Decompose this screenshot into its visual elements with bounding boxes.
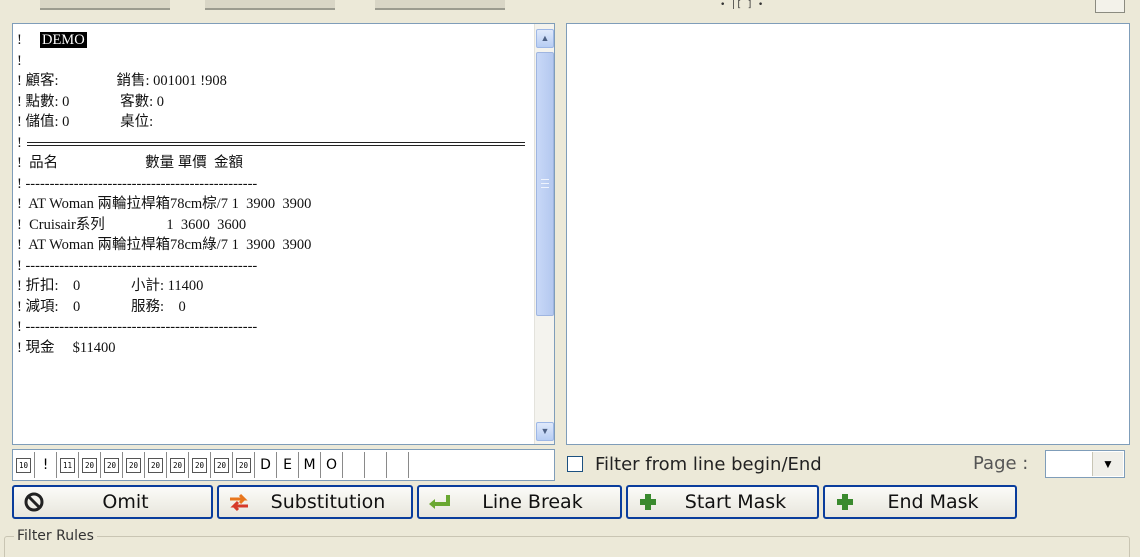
character-strip[interactable]: 10! 11 20 20 20 20 20 20 20 20 D E M O [12, 449, 555, 481]
char-cell[interactable] [343, 452, 365, 478]
swap-arrows-icon [225, 491, 253, 513]
receipt-line: ! Cruisair系列 1 3600 3600 [17, 216, 247, 233]
char-cell[interactable]: 20 [167, 452, 189, 478]
start-mask-button[interactable]: Start Mask [626, 485, 819, 519]
substitution-button-label: Substitution [270, 491, 386, 513]
char-cell[interactable]: 20 [233, 452, 255, 478]
control-code-glyph: 11 [60, 457, 75, 473]
return-arrow-icon [425, 492, 453, 512]
receipt-line: ! 點數: 0 客數: 0 [17, 93, 165, 110]
char-cell[interactable]: 20 [123, 452, 145, 478]
filter-option-row: Filter from line begin/End [567, 451, 822, 477]
char-cell[interactable]: D [255, 452, 277, 478]
char-cell[interactable]: 20 [189, 452, 211, 478]
top-tab-1[interactable] [40, 0, 170, 10]
receipt-text-pane[interactable]: ! DEMO! ! 顧客: 銷售: 001001 !908 ! 點數: 0 客數: … [12, 23, 555, 445]
top-tab-3[interactable] [375, 0, 505, 10]
plus-icon [634, 492, 662, 512]
char-cell[interactable]: 11 [57, 452, 79, 478]
top-corner-button[interactable] [1095, 0, 1125, 13]
page-label: Page : [973, 453, 1029, 474]
receipt-line: ! --------------------------------------… [17, 257, 258, 274]
prohibit-icon [20, 491, 48, 513]
char-cell[interactable]: O [321, 452, 343, 478]
double-rule-divider [27, 141, 525, 146]
end-mask-button-label: End Mask [887, 491, 979, 513]
receipt-line: ! 減項: 0 服務: 0 [17, 298, 186, 315]
receipt-lines: ! DEMO! ! 顧客: 銷售: 001001 !908 ! 點數: 0 客數: … [17, 30, 537, 358]
receipt-line-prefix: ! [17, 32, 40, 48]
receipt-line: ! AT Woman 兩輪拉桿箱78cm綠/7 1 3900 3900 [17, 237, 312, 253]
char-cell[interactable]: E [277, 452, 299, 478]
control-code-glyph: 20 [82, 457, 97, 473]
char-cell[interactable]: M [299, 452, 321, 478]
receipt-line: ! 顧客: 銷售: 001001 !908 [17, 73, 227, 89]
char-cell[interactable]: 10 [13, 452, 35, 478]
top-ruler: • |[ ] • [720, 0, 764, 10]
char-cell[interactable]: 20 [79, 452, 101, 478]
receipt-line: ! 品名 數量 單價 金額 [17, 155, 243, 171]
plus-icon [831, 492, 859, 512]
control-code-glyph: 20 [170, 457, 185, 473]
receipt-line: ! [17, 52, 22, 69]
selected-text: DEMO [39, 32, 87, 48]
scroll-grip-icon [541, 179, 549, 188]
char-cell[interactable] [365, 452, 387, 478]
scroll-down-button[interactable]: ▼ [536, 422, 554, 441]
dropdown-arrow-icon[interactable]: ▼ [1092, 452, 1123, 476]
control-code-glyph: 20 [214, 457, 229, 473]
receipt-line: ! 折扣: 0 小計: 11400 [17, 278, 204, 294]
char-glyph: D [260, 457, 271, 473]
char-glyph: E [283, 457, 292, 473]
filter-rules-groupbox [4, 536, 1130, 557]
control-code-glyph: 20 [104, 457, 119, 473]
char-cell[interactable] [387, 452, 409, 478]
omit-button-label: Omit [102, 491, 149, 513]
start-mask-button-label: Start Mask [684, 491, 787, 513]
top-tab-2[interactable] [205, 0, 335, 10]
char-glyph: ! [42, 457, 49, 473]
receipt-line: ! 現金 $11400 [17, 339, 116, 356]
preview-pane[interactable] [566, 23, 1130, 445]
char-cell[interactable]: 20 [145, 452, 167, 478]
control-code-glyph: 20 [192, 457, 207, 473]
receipt-scrollbar[interactable]: ▲ ▼ [534, 24, 554, 444]
receipt-line: ! --------------------------------------… [17, 175, 258, 192]
scroll-thumb[interactable] [536, 52, 554, 316]
end-mask-button[interactable]: End Mask [823, 485, 1017, 519]
control-code-glyph: 20 [236, 457, 251, 473]
char-cell[interactable]: 20 [211, 452, 233, 478]
omit-button[interactable]: Omit [12, 485, 213, 519]
control-code-glyph: 20 [148, 457, 163, 473]
char-glyph: M [303, 457, 316, 473]
filter-line-checkbox[interactable] [567, 456, 583, 472]
receipt-line: ! [17, 133, 537, 154]
receipt-line: ! AT Woman 兩輪拉桿箱78cm棕/7 1 3900 3900 [17, 196, 312, 212]
control-code-glyph: 20 [126, 457, 141, 473]
page-select[interactable]: ▼ [1045, 450, 1125, 478]
char-cell[interactable]: 20 [101, 452, 123, 478]
filter-line-label[interactable]: Filter from line begin/End [595, 454, 822, 475]
receipt-line-text: ! [17, 134, 22, 151]
line-break-button[interactable]: Line Break [417, 485, 622, 519]
control-code-glyph: 10 [16, 457, 31, 473]
filter-rules-label: Filter Rules [14, 528, 97, 544]
receipt-line: ! DEMO [17, 30, 537, 51]
line-break-button-label: Line Break [482, 491, 583, 513]
char-cell[interactable]: ! [35, 452, 57, 478]
char-glyph: O [325, 457, 338, 473]
receipt-line: ! 儲值: 0 桌位: [17, 114, 154, 130]
receipt-line: ! --------------------------------------… [17, 319, 258, 335]
scroll-up-button[interactable]: ▲ [536, 29, 554, 48]
substitution-button[interactable]: Substitution [217, 485, 413, 519]
